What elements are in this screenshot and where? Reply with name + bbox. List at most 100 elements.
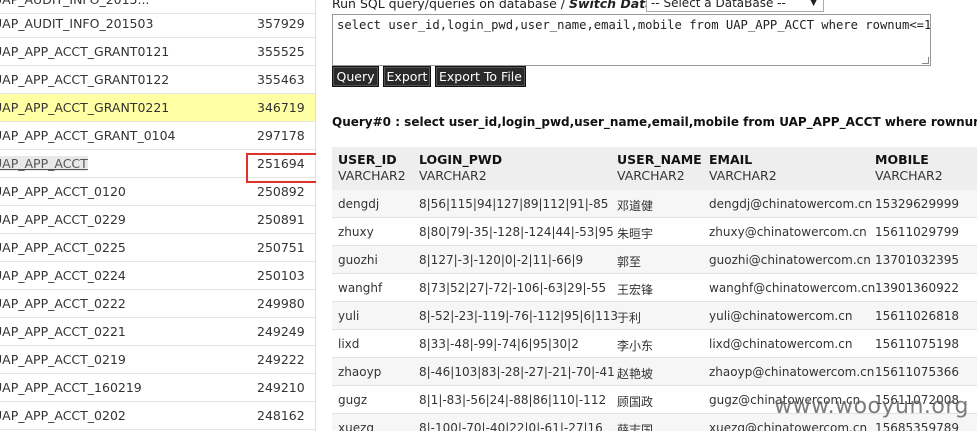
- cell-login-pwd: 8|127|-3|-120|0|-2|11|-66|9: [419, 253, 584, 267]
- result-row: lixd 8|33|-48|-99|-74|6|95|30|2 李小东 lixd@ch…: [332, 330, 977, 358]
- cell-login-pwd: 8|-100|-70|-40|22|0|-61|-27|16: [419, 421, 603, 431]
- query-button[interactable]: Query: [332, 66, 379, 87]
- cell-email: zhuxy@chinatowercom.cn: [709, 225, 867, 239]
- result-row: yuli 8|-52|-23|-119|-76|-112|95|6|113 于利 yu…: [332, 302, 977, 330]
- table-row-count: 355525: [257, 44, 305, 59]
- cell-user-name: 薛志国: [617, 423, 654, 431]
- table-list-panel: UAP_AUDIT_INFO_2015... UAP_AUDIT_INFO_20…: [0, 0, 316, 431]
- cell-email: zhaoyp@chinatowercom.cn: [709, 365, 875, 379]
- table-row[interactable]: UAP_APP_ACCT_0229 250891: [0, 206, 315, 234]
- cell-email: xuezg@chinatowercom.cn: [709, 421, 868, 431]
- table-row-count: 355463: [257, 72, 305, 87]
- table-row-count: 357929: [257, 16, 305, 31]
- table-row-count: 250103: [257, 268, 305, 283]
- table-row[interactable]: UAP_AUDIT_INFO_201503 357929: [0, 10, 315, 38]
- table-row[interactable]: UAP_APP_ACCT_0224 250103: [0, 262, 315, 290]
- result-header-row: USER_ID VARCHAR2 LOGIN_PWD VARCHAR2 USER…: [332, 147, 977, 190]
- column-type: VARCHAR2: [419, 168, 487, 183]
- cell-user-id: yuli: [338, 309, 360, 323]
- table-row-count: 346719: [257, 100, 305, 115]
- column-header: EMAIL: [709, 152, 753, 167]
- table-name[interactable]: UAP_APP_ACCT_0225: [0, 240, 126, 255]
- query-result-title: Query#0 : select user_id,login_pwd,user_…: [332, 115, 977, 129]
- table-name[interactable]: UAP_APP_ACCT_0222: [0, 296, 126, 311]
- cell-user-name: 顾国政: [617, 395, 654, 409]
- cell-login-pwd: 8|73|52|27|-72|-106|-63|29|-55: [419, 281, 607, 295]
- table-row-count: 249222: [257, 352, 305, 367]
- cell-login-pwd: 8|-52|-23|-119|-76|-112|95|6|113: [419, 309, 619, 323]
- table-name[interactable]: UAP_APP_ACCT_GRANT_0104: [0, 128, 176, 143]
- column-type: VARCHAR2: [338, 168, 406, 183]
- export-to-file-button[interactable]: Export To File: [435, 66, 526, 87]
- table-name[interactable]: UAP_APP_ACCT_0202: [0, 408, 126, 423]
- cell-login-pwd: 8|1|-83|-56|24|-88|86|110|-112: [419, 393, 607, 407]
- table-row[interactable]: UAP_APP_ACCT_160219 249210: [0, 374, 315, 402]
- table-row[interactable]: UAP_APP_ACCT_0221 249249: [0, 318, 315, 346]
- table-row-highlighted[interactable]: UAP_APP_ACCT_GRANT0221 346719: [0, 94, 315, 122]
- cell-user-name: 朱晅宇: [617, 227, 654, 241]
- result-row: zhaoyp 8|-46|103|83|-28|-27|-21|-70|-41 赵艳…: [332, 358, 977, 386]
- watermark: www.wooyun.org: [774, 394, 969, 419]
- table-name[interactable]: UAP_AUDIT_INFO_2015...: [0, 0, 149, 7]
- table-row-count: 250751: [257, 240, 305, 255]
- table-name[interactable]: UAP_APP_ACCT_0224: [0, 268, 126, 283]
- cell-user-name: 邓道健: [617, 199, 654, 213]
- table-name[interactable]: UAP_APP_ACCT_GRANT0221: [0, 100, 169, 115]
- table-name[interactable]: UAP_APP_ACCT_0229: [0, 212, 126, 227]
- column-type: VARCHAR2: [875, 168, 943, 183]
- cell-login-pwd: 8|80|79|-35|-128|-124|44|-53|95: [419, 225, 614, 239]
- column-header: USER_NAME: [617, 152, 702, 167]
- cell-login-pwd: 8|56|115|94|127|89|112|91|-85: [419, 197, 609, 211]
- cell-mobile: 13701032395: [875, 253, 959, 267]
- sql-header: Run SQL query/queries on database / Swit…: [332, 0, 696, 11]
- dropdown-arrow-icon: ▼: [810, 0, 817, 8]
- cell-user-name: 于利: [617, 311, 642, 325]
- table-row-count: 250892: [257, 184, 305, 199]
- cell-email: yuli@chinatowercom.cn: [709, 309, 853, 323]
- table-row-count: 249249: [257, 324, 305, 339]
- table-row[interactable]: UAP_APP_ACCT_GRANT_0104 297178: [0, 122, 315, 150]
- cell-user-id: guozhi: [338, 253, 378, 267]
- table-row[interactable]: UAP_APP_ACCT_GRANT0121 355525: [0, 38, 315, 66]
- sql-query-text: select user_id,login_pwd,user_name,email…: [337, 18, 931, 32]
- table-name[interactable]: UAP_APP_ACCT: [0, 156, 88, 171]
- table-row-count: 251694: [257, 156, 305, 171]
- cell-login-pwd: 8|33|-48|-99|-74|6|95|30|2: [419, 337, 579, 351]
- table-row[interactable]: UAP_APP_ACCT_0225 250751: [0, 234, 315, 262]
- cell-user-id: gugz: [338, 393, 368, 407]
- database-select[interactable]: -- Select a DataBase -- ▼: [646, 0, 824, 12]
- cell-user-id: xuezg: [338, 421, 375, 431]
- cell-mobile: 15611075366: [875, 365, 959, 379]
- table-row[interactable]: UAP_APP_ACCT_0202 248162: [0, 402, 315, 430]
- table-row[interactable]: UAP_APP_ACCT_GRANT0122 355463: [0, 66, 315, 94]
- sql-query-textarea[interactable]: select user_id,login_pwd,user_name,email…: [332, 14, 931, 66]
- resize-grip-icon[interactable]: [922, 57, 929, 64]
- table-name[interactable]: UAP_APP_ACCT_160219: [0, 380, 142, 395]
- export-button[interactable]: Export: [383, 66, 431, 87]
- column-header: MOBILE: [875, 152, 929, 167]
- cell-user-name: 李小东: [617, 339, 654, 353]
- table-row-count: 297178: [257, 128, 305, 143]
- column-header: LOGIN_PWD: [419, 152, 503, 167]
- table-name[interactable]: UAP_APP_ACCT_0219: [0, 352, 126, 367]
- column-header: USER_ID: [338, 152, 397, 167]
- cell-user-id: zhaoyp: [338, 365, 382, 379]
- sql-query-panel: Run SQL query/queries on database / Swit…: [316, 0, 977, 431]
- cell-mobile: 15611026818: [875, 309, 959, 323]
- sql-header-text: Run SQL query/queries on database /: [332, 0, 569, 11]
- table-name[interactable]: UAP_APP_ACCT_GRANT0121: [0, 44, 169, 59]
- column-type: VARCHAR2: [709, 168, 777, 183]
- table-row[interactable]: UAP_APP_ACCT_0219 249222: [0, 346, 315, 374]
- cell-email: dengdj@chinatowercom.cn: [709, 197, 873, 211]
- cell-login-pwd: 8|-46|103|83|-28|-27|-21|-70|-41: [419, 365, 615, 379]
- table-name[interactable]: UAP_APP_ACCT_0120: [0, 184, 126, 199]
- table-name[interactable]: UAP_APP_ACCT_0221: [0, 324, 126, 339]
- cell-user-id: wanghf: [338, 281, 383, 295]
- cell-user-name: 王宏锋: [617, 283, 654, 297]
- cell-email: guozhi@chinatowercom.cn: [709, 253, 871, 267]
- table-row-selected[interactable]: UAP_APP_ACCT 251694: [0, 150, 315, 178]
- table-row[interactable]: UAP_APP_ACCT_0120 250892: [0, 178, 315, 206]
- table-row[interactable]: UAP_APP_ACCT_0222 249980: [0, 290, 315, 318]
- table-name[interactable]: UAP_AUDIT_INFO_201503: [0, 16, 153, 31]
- table-name[interactable]: UAP_APP_ACCT_GRANT0122: [0, 72, 169, 87]
